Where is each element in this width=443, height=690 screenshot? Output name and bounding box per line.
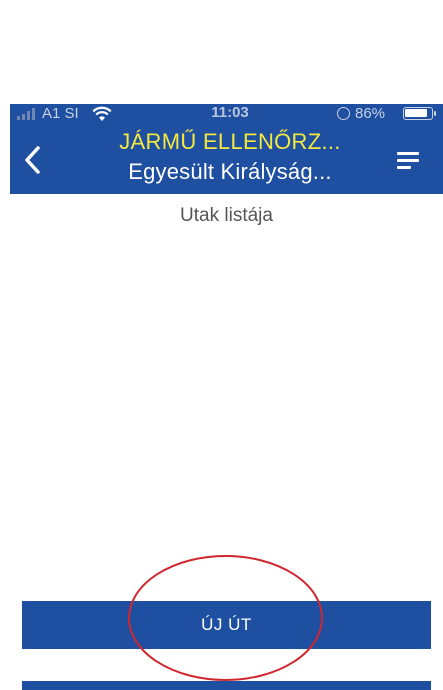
app-screen: A1 SI 11:03 86% JÁRMŰ ELLENŐRZ... Egyesü… xyxy=(10,104,443,690)
rotation-lock-icon xyxy=(337,107,350,120)
secondary-button[interactable] xyxy=(22,681,431,690)
chevron-left-icon xyxy=(25,146,40,174)
cellular-signal-icon xyxy=(17,108,35,120)
page-title: JÁRMŰ ELLENŐRZ... xyxy=(119,129,341,154)
carrier-name: A1 SI xyxy=(42,105,79,122)
page-subtitle: Egyesült Királyság... xyxy=(128,159,332,184)
battery-icon xyxy=(403,107,436,120)
menu-button[interactable] xyxy=(392,148,424,172)
back-button[interactable] xyxy=(18,142,48,178)
status-bar: A1 SI 11:03 86% xyxy=(10,104,443,126)
app-header: A1 SI 11:03 86% JÁRMŰ ELLENŐRZ... Egyesü… xyxy=(10,104,443,194)
clock: 11:03 xyxy=(211,104,249,121)
wifi-icon xyxy=(92,106,112,121)
new-trip-button[interactable]: ÚJ ÚT xyxy=(22,601,431,649)
menu-icon xyxy=(397,152,419,155)
trips-list-heading: Utak listája xyxy=(180,205,273,226)
battery-percentage: 86% xyxy=(355,105,386,122)
